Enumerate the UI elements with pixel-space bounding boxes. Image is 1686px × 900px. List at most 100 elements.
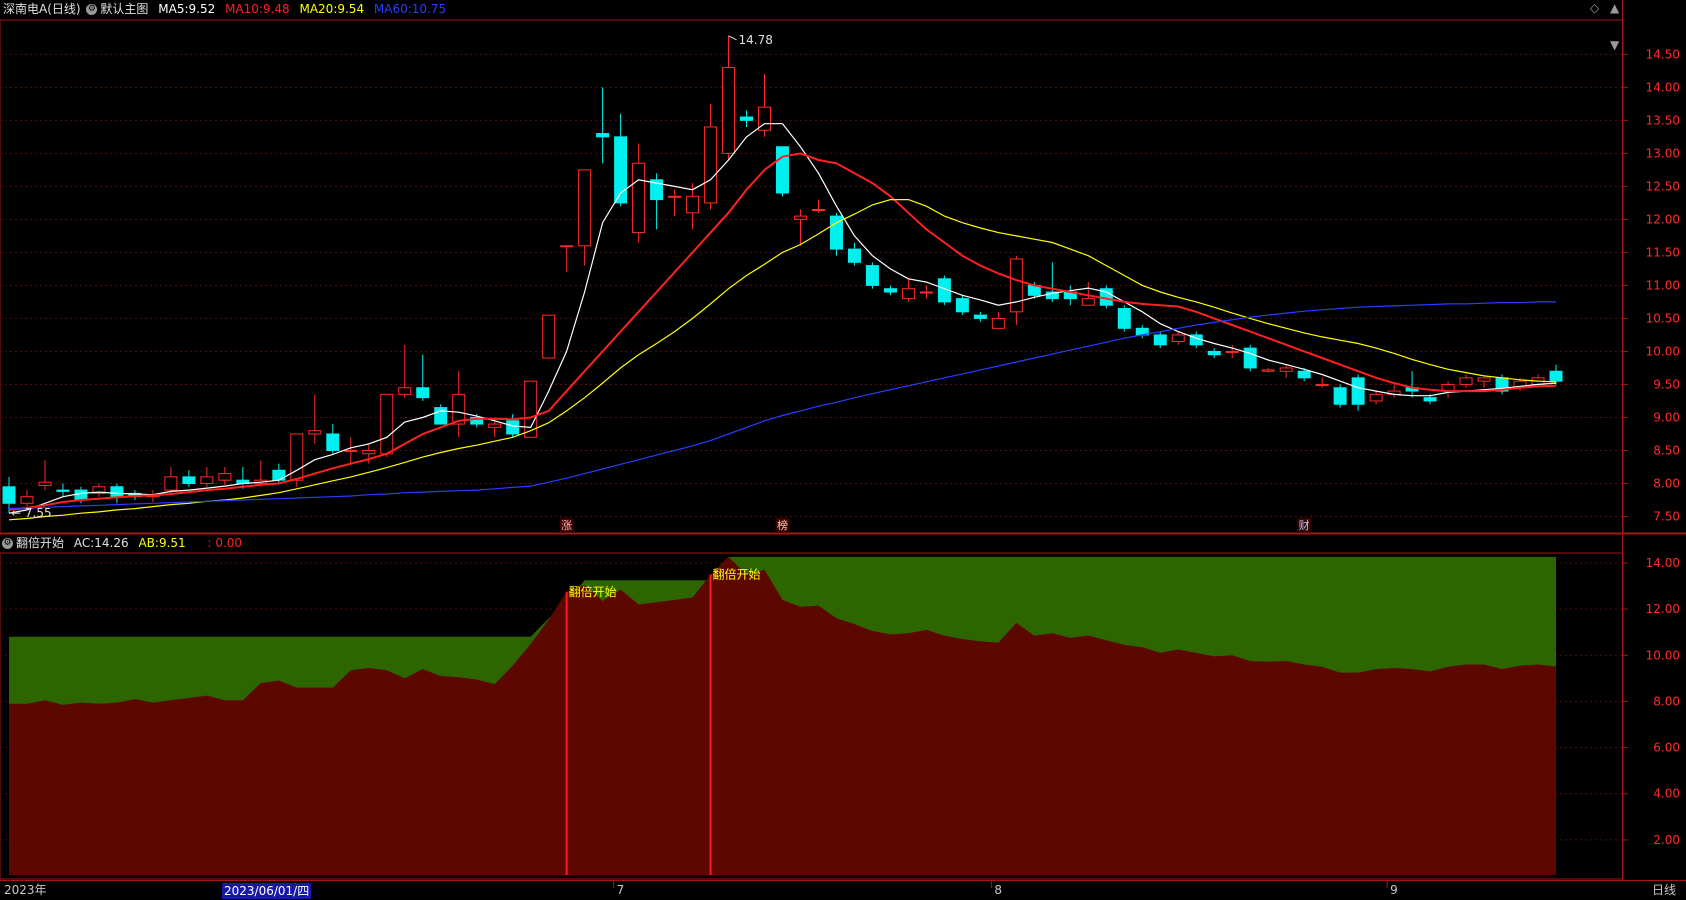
main-y-tick-label: 12.00	[1646, 212, 1680, 226]
ma20-value: 9.54	[337, 2, 365, 16]
main-y-tick-label: 11.00	[1646, 278, 1680, 292]
ma60-value: 10.75	[411, 2, 447, 16]
candle-body	[398, 387, 412, 395]
candle-body	[919, 291, 933, 294]
main-y-tick-label: 7.50	[1653, 509, 1680, 523]
candle-body	[1297, 370, 1311, 379]
ac-label: AC:	[73, 536, 95, 550]
chart-stage: 7.50 8.00 8.50 9.00 9.50 10.00 10.50 11.00 11.50…	[0, 0, 1686, 900]
candle-body	[811, 208, 825, 211]
candle-body	[542, 314, 556, 359]
ma10-value: 9.48	[262, 2, 290, 16]
month-label: 9	[1390, 883, 1398, 897]
candle-body	[1081, 298, 1095, 306]
candle-body	[1117, 308, 1131, 329]
main-y-tick-label: 10.50	[1646, 311, 1680, 325]
candle-body	[1333, 387, 1347, 405]
main-y-tick-label: 13.50	[1646, 113, 1680, 127]
candle-body	[2, 486, 16, 504]
indicator-y-tick-label: 10.00	[1646, 648, 1680, 662]
main-frame	[0, 19, 1624, 534]
indicator-header: ⚙ 翻倍开始 AC:14.26 AB:9.51 : 0.00	[0, 534, 242, 552]
candle-body	[1225, 350, 1239, 353]
main-y-tick-label: 10.00	[1646, 344, 1680, 358]
signal-label: 翻倍开始	[569, 584, 617, 599]
period-button[interactable]: 日线	[1652, 881, 1676, 899]
indicator-y-tick-label: 6.00	[1653, 741, 1680, 755]
signal-label: 翻倍开始	[713, 566, 761, 581]
candle-body	[1351, 377, 1365, 405]
candle-body	[1279, 367, 1293, 372]
selected-date[interactable]: 2023/06/01/四	[222, 883, 312, 899]
indicator-y-tick-label: 12.00	[1646, 602, 1680, 616]
chart-svg: 7.50 8.00 8.50 9.00 9.50 10.00 10.50 11.00 11.50…	[0, 0, 1686, 897]
candle-body	[272, 469, 286, 481]
candle-body	[38, 481, 52, 486]
candle-body	[164, 476, 178, 491]
candle-body	[1171, 334, 1185, 343]
candle-body	[955, 298, 969, 313]
candle-body	[704, 126, 718, 204]
stock-name[interactable]: 深南电A	[3, 2, 47, 16]
candle-body	[182, 476, 196, 484]
diamond-toggle-icon[interactable]: ◇	[1590, 1, 1599, 15]
high-pointer	[728, 35, 737, 41]
main-y-tick-label: 8.50	[1653, 443, 1680, 457]
ma60-line	[8, 301, 1556, 510]
indicator-y-tick-label: 2.00	[1653, 833, 1680, 847]
candle-body	[1423, 397, 1437, 402]
candle-body	[883, 288, 897, 293]
template-label[interactable]: 默认主图	[100, 2, 148, 16]
indicator-name[interactable]: 翻倍开始	[16, 536, 64, 550]
candle-body	[1369, 393, 1383, 402]
main-y-tick-label: 8.00	[1653, 476, 1680, 490]
high-annotation: 14.78	[739, 33, 773, 47]
candle-body	[416, 387, 430, 399]
event-marker-label: 财	[1299, 518, 1310, 532]
candle-body	[326, 433, 340, 451]
candle-body	[218, 473, 232, 481]
candle-body	[596, 133, 610, 138]
candle-body	[632, 162, 646, 234]
period-label: (日线)	[47, 2, 81, 16]
candle-body	[740, 116, 754, 121]
candle-body	[1315, 383, 1329, 386]
template-settings-icon[interactable]: ⚙	[86, 4, 98, 15]
indicator-settings-icon[interactable]: ⚙	[2, 538, 13, 549]
ab-value: 9.51	[158, 536, 186, 550]
candle-body	[1459, 377, 1473, 385]
candle-body	[722, 67, 736, 154]
candle-body	[865, 265, 879, 286]
candle-body	[56, 489, 70, 492]
candle-body	[1009, 258, 1023, 313]
candle-body	[20, 496, 34, 504]
indicator-y-tick-label: 14.00	[1646, 556, 1680, 570]
candle-body	[344, 449, 358, 452]
month-label: 8	[994, 883, 1002, 897]
candle-body	[308, 430, 322, 435]
ma20-label: MA20:	[299, 2, 338, 16]
candle-body	[1243, 347, 1257, 369]
main-chart-header: 深南电A(日线) ⚙ 默认主图 MA5:9.52 MA10:9.48 MA20:9…	[0, 0, 446, 18]
indicator-y-tick-label: 8.00	[1653, 694, 1680, 708]
ma5-label: MA5:	[158, 2, 189, 16]
year-label: 2023年	[4, 883, 47, 897]
ma10-line	[8, 152, 1557, 511]
candle-body	[110, 486, 124, 498]
candle-body	[74, 489, 88, 501]
ma10-label: MA10:	[225, 2, 263, 16]
main-y-tick-label: 9.50	[1653, 377, 1680, 391]
candle-body	[380, 393, 394, 455]
scroll-down-icon[interactable]: ▼	[1610, 38, 1619, 52]
candle-body	[973, 314, 987, 319]
extra-value: : 0.00	[207, 536, 243, 550]
main-y-tick-label: 11.50	[1646, 245, 1680, 259]
candle-body	[1261, 369, 1275, 372]
scroll-up-icon[interactable]: ▲	[1610, 1, 1619, 15]
candle-body	[1477, 377, 1491, 382]
ab-label: AB:	[138, 536, 159, 550]
candle-body	[434, 407, 448, 425]
event-marker-label: 涨	[561, 519, 572, 532]
main-y-tick-label: 13.00	[1646, 146, 1680, 160]
ma60-label: MA60:	[373, 2, 412, 16]
